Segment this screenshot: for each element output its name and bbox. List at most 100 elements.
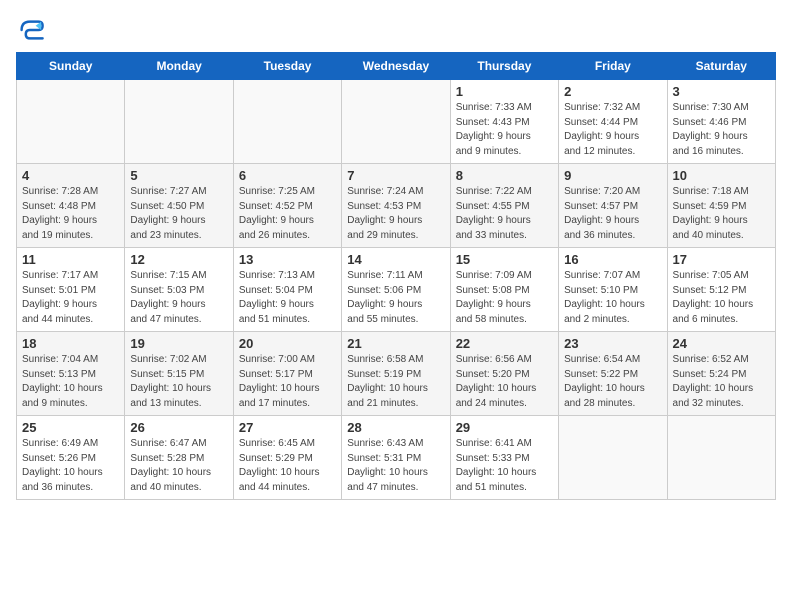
day-info: Sunrise: 7:15 AM Sunset: 5:03 PM Dayligh… bbox=[130, 269, 227, 327]
day-info: Sunrise: 7:27 AM Sunset: 4:50 PM Dayligh… bbox=[130, 185, 227, 243]
calendar-cell: 25 Sunrise: 6:49 AM Sunset: 5:26 PM Dayli… bbox=[17, 416, 125, 500]
logo bbox=[16, 16, 48, 44]
calendar-cell bbox=[17, 80, 125, 164]
main-container: SundayMondayTuesdayWednesdayThursdayFrid… bbox=[0, 0, 792, 510]
day-number: 22 bbox=[456, 336, 553, 351]
day-number: 9 bbox=[564, 168, 661, 183]
calendar-cell: 20 Sunrise: 7:00 AM Sunset: 5:17 PM Dayli… bbox=[233, 332, 341, 416]
header-sunday: Sunday bbox=[17, 53, 125, 80]
calendar-cell bbox=[667, 416, 775, 500]
header bbox=[16, 16, 776, 44]
day-number: 10 bbox=[673, 168, 770, 183]
day-number: 5 bbox=[130, 168, 227, 183]
day-number: 4 bbox=[22, 168, 119, 183]
day-info: Sunrise: 7:25 AM Sunset: 4:52 PM Dayligh… bbox=[239, 185, 336, 243]
day-number: 27 bbox=[239, 420, 336, 435]
day-info: Sunrise: 6:56 AM Sunset: 5:20 PM Dayligh… bbox=[456, 353, 553, 411]
day-info: Sunrise: 7:05 AM Sunset: 5:12 PM Dayligh… bbox=[673, 269, 770, 327]
header-wednesday: Wednesday bbox=[342, 53, 450, 80]
calendar-cell: 16 Sunrise: 7:07 AM Sunset: 5:10 PM Dayli… bbox=[559, 248, 667, 332]
day-info: Sunrise: 6:43 AM Sunset: 5:31 PM Dayligh… bbox=[347, 437, 444, 495]
calendar-cell: 6 Sunrise: 7:25 AM Sunset: 4:52 PM Daylig… bbox=[233, 164, 341, 248]
day-number: 23 bbox=[564, 336, 661, 351]
calendar-cell: 8 Sunrise: 7:22 AM Sunset: 4:55 PM Daylig… bbox=[450, 164, 558, 248]
day-number: 3 bbox=[673, 84, 770, 99]
day-number: 7 bbox=[347, 168, 444, 183]
calendar-cell: 2 Sunrise: 7:32 AM Sunset: 4:44 PM Daylig… bbox=[559, 80, 667, 164]
day-number: 6 bbox=[239, 168, 336, 183]
calendar-cell: 7Sunrise: 7:24 AM Sunset: 4:53 PM Daylig… bbox=[342, 164, 450, 248]
calendar-cell: 5 Sunrise: 7:27 AM Sunset: 4:50 PM Daylig… bbox=[125, 164, 233, 248]
day-number: 8 bbox=[456, 168, 553, 183]
day-info: Sunrise: 7:30 AM Sunset: 4:46 PM Dayligh… bbox=[673, 101, 770, 159]
calendar-cell bbox=[233, 80, 341, 164]
day-number: 26 bbox=[130, 420, 227, 435]
day-number: 29 bbox=[456, 420, 553, 435]
calendar-week-1: 1 Sunrise: 7:33 AM Sunset: 4:43 PM Daylig… bbox=[17, 80, 776, 164]
calendar-cell: 11 Sunrise: 7:17 AM Sunset: 5:01 PM Dayli… bbox=[17, 248, 125, 332]
calendar-cell: 22 Sunrise: 6:56 AM Sunset: 5:20 PM Dayli… bbox=[450, 332, 558, 416]
day-number: 18 bbox=[22, 336, 119, 351]
day-info: Sunrise: 7:00 AM Sunset: 5:17 PM Dayligh… bbox=[239, 353, 336, 411]
day-info: Sunrise: 7:20 AM Sunset: 4:57 PM Dayligh… bbox=[564, 185, 661, 243]
calendar-cell: 28Sunrise: 6:43 AM Sunset: 5:31 PM Dayli… bbox=[342, 416, 450, 500]
calendar-cell bbox=[559, 416, 667, 500]
day-info: Sunrise: 6:47 AM Sunset: 5:28 PM Dayligh… bbox=[130, 437, 227, 495]
calendar-cell: 4 Sunrise: 7:28 AM Sunset: 4:48 PM Daylig… bbox=[17, 164, 125, 248]
day-info: Sunrise: 6:45 AM Sunset: 5:29 PM Dayligh… bbox=[239, 437, 336, 495]
header-monday: Monday bbox=[125, 53, 233, 80]
calendar-cell: 29 Sunrise: 6:41 AM Sunset: 5:33 PM Dayli… bbox=[450, 416, 558, 500]
header-tuesday: Tuesday bbox=[233, 53, 341, 80]
day-info: Sunrise: 7:33 AM Sunset: 4:43 PM Dayligh… bbox=[456, 101, 553, 159]
calendar-cell: 18 Sunrise: 7:04 AM Sunset: 5:13 PM Dayli… bbox=[17, 332, 125, 416]
day-number: 1 bbox=[456, 84, 553, 99]
header-thursday: Thursday bbox=[450, 53, 558, 80]
header-friday: Friday bbox=[559, 53, 667, 80]
day-info: Sunrise: 7:11 AM Sunset: 5:06 PM Dayligh… bbox=[347, 269, 444, 327]
day-info: Sunrise: 7:18 AM Sunset: 4:59 PM Dayligh… bbox=[673, 185, 770, 243]
calendar-cell: 9 Sunrise: 7:20 AM Sunset: 4:57 PM Daylig… bbox=[559, 164, 667, 248]
day-info: Sunrise: 7:17 AM Sunset: 5:01 PM Dayligh… bbox=[22, 269, 119, 327]
calendar-header-row: SundayMondayTuesdayWednesdayThursdayFrid… bbox=[17, 53, 776, 80]
calendar-cell: 13Sunrise: 7:13 AM Sunset: 5:04 PM Dayli… bbox=[233, 248, 341, 332]
calendar-cell: 1 Sunrise: 7:33 AM Sunset: 4:43 PM Daylig… bbox=[450, 80, 558, 164]
day-info: Sunrise: 6:49 AM Sunset: 5:26 PM Dayligh… bbox=[22, 437, 119, 495]
day-info: Sunrise: 7:04 AM Sunset: 5:13 PM Dayligh… bbox=[22, 353, 119, 411]
day-info: Sunrise: 7:02 AM Sunset: 5:15 PM Dayligh… bbox=[130, 353, 227, 411]
calendar-cell: 19 Sunrise: 7:02 AM Sunset: 5:15 PM Dayli… bbox=[125, 332, 233, 416]
calendar-week-2: 4 Sunrise: 7:28 AM Sunset: 4:48 PM Daylig… bbox=[17, 164, 776, 248]
calendar-cell: 24 Sunrise: 6:52 AM Sunset: 5:24 PM Dayli… bbox=[667, 332, 775, 416]
day-number: 2 bbox=[564, 84, 661, 99]
calendar-cell bbox=[125, 80, 233, 164]
day-number: 17 bbox=[673, 252, 770, 267]
calendar-cell: 26 Sunrise: 6:47 AM Sunset: 5:28 PM Dayli… bbox=[125, 416, 233, 500]
day-info: Sunrise: 7:32 AM Sunset: 4:44 PM Dayligh… bbox=[564, 101, 661, 159]
calendar-cell: 27 Sunrise: 6:45 AM Sunset: 5:29 PM Dayli… bbox=[233, 416, 341, 500]
day-info: Sunrise: 6:58 AM Sunset: 5:19 PM Dayligh… bbox=[347, 353, 444, 411]
calendar-cell: 10 Sunrise: 7:18 AM Sunset: 4:59 PM Dayli… bbox=[667, 164, 775, 248]
day-info: Sunrise: 7:28 AM Sunset: 4:48 PM Dayligh… bbox=[22, 185, 119, 243]
calendar-week-3: 11 Sunrise: 7:17 AM Sunset: 5:01 PM Dayli… bbox=[17, 248, 776, 332]
calendar-cell: 23Sunrise: 6:54 AM Sunset: 5:22 PM Dayli… bbox=[559, 332, 667, 416]
day-info: Sunrise: 6:52 AM Sunset: 5:24 PM Dayligh… bbox=[673, 353, 770, 411]
day-number: 19 bbox=[130, 336, 227, 351]
day-number: 20 bbox=[239, 336, 336, 351]
day-number: 25 bbox=[22, 420, 119, 435]
day-number: 11 bbox=[22, 252, 119, 267]
day-info: Sunrise: 6:41 AM Sunset: 5:33 PM Dayligh… bbox=[456, 437, 553, 495]
day-number: 21 bbox=[347, 336, 444, 351]
day-number: 16 bbox=[564, 252, 661, 267]
calendar-cell: 15Sunrise: 7:09 AM Sunset: 5:08 PM Dayli… bbox=[450, 248, 558, 332]
day-number: 14 bbox=[347, 252, 444, 267]
calendar-table: SundayMondayTuesdayWednesdayThursdayFrid… bbox=[16, 52, 776, 500]
calendar-cell: 21 Sunrise: 6:58 AM Sunset: 5:19 PM Dayli… bbox=[342, 332, 450, 416]
day-info: Sunrise: 7:22 AM Sunset: 4:55 PM Dayligh… bbox=[456, 185, 553, 243]
calendar-cell bbox=[342, 80, 450, 164]
day-number: 15 bbox=[456, 252, 553, 267]
calendar-cell: 14 Sunrise: 7:11 AM Sunset: 5:06 PM Dayli… bbox=[342, 248, 450, 332]
day-info: Sunrise: 7:07 AM Sunset: 5:10 PM Dayligh… bbox=[564, 269, 661, 327]
header-saturday: Saturday bbox=[667, 53, 775, 80]
day-info: Sunrise: 7:13 AM Sunset: 5:04 PM Dayligh… bbox=[239, 269, 336, 327]
day-number: 24 bbox=[673, 336, 770, 351]
calendar-cell: 12Sunrise: 7:15 AM Sunset: 5:03 PM Dayli… bbox=[125, 248, 233, 332]
